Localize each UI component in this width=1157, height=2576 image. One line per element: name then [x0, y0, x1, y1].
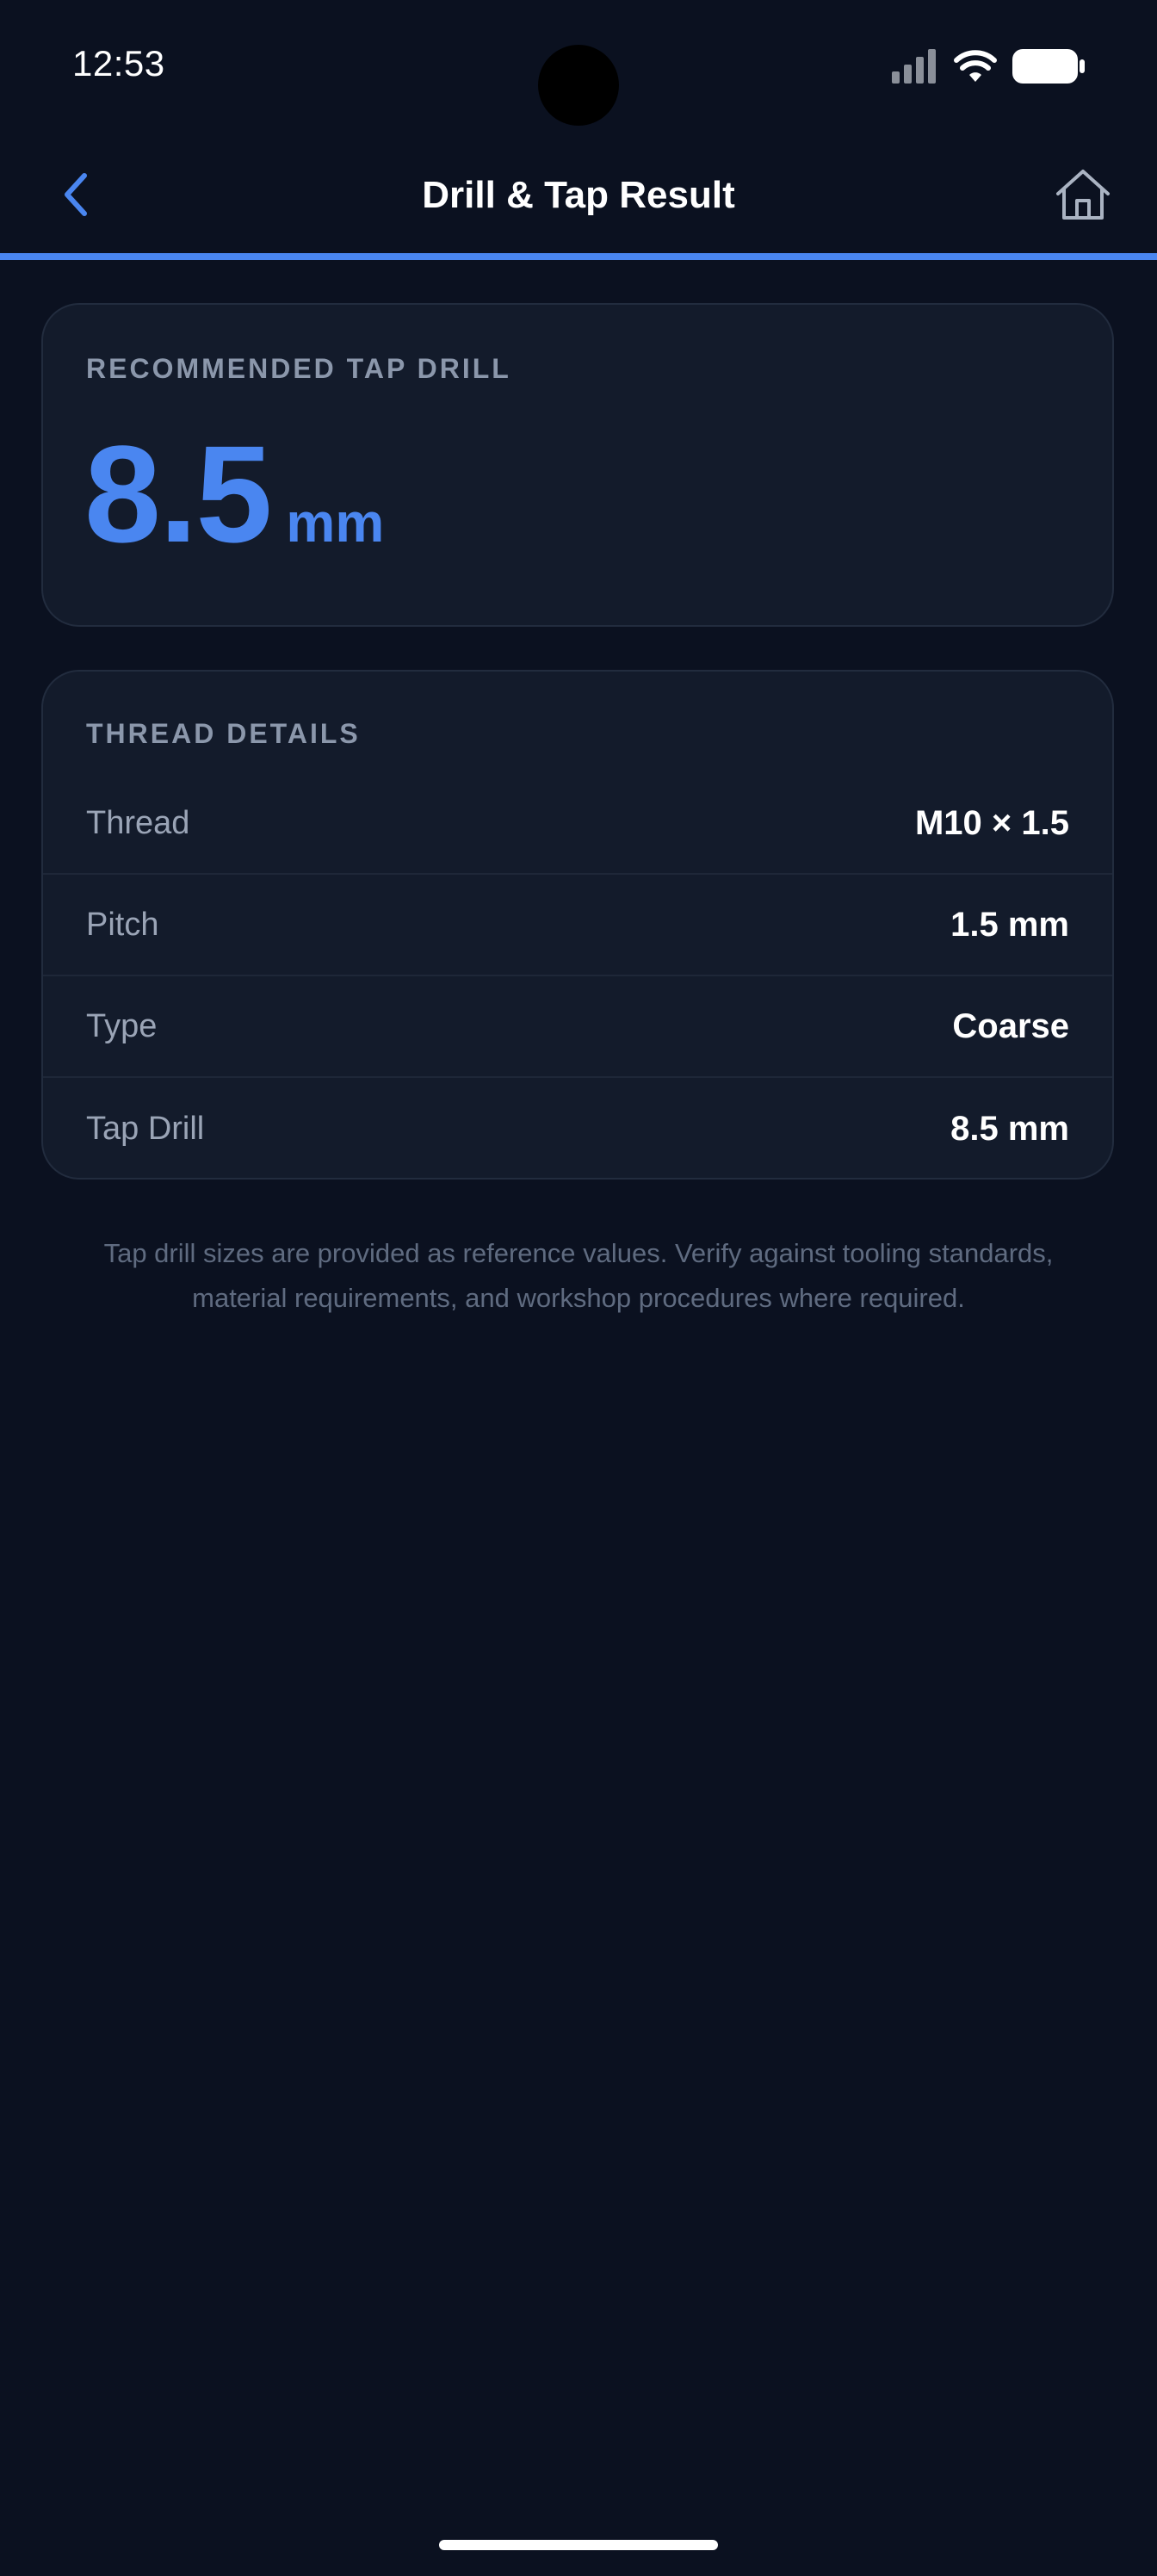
detail-value: Coarse — [952, 1006, 1069, 1045]
detail-row-tap-drill: Tap Drill 8.5 mm — [43, 1078, 1112, 1180]
detail-value: 8.5 mm — [950, 1109, 1069, 1148]
cellular-signal-icon — [892, 48, 938, 88]
detail-row-thread: Thread M10 × 1.5 — [43, 773, 1112, 875]
home-indicator-bar[interactable] — [439, 2540, 718, 2550]
wifi-icon — [954, 49, 997, 88]
top-app-bar: Drill & Tap Result — [0, 138, 1157, 255]
detail-label: Pitch — [86, 906, 159, 943]
result-value: 8.5 mm — [84, 425, 384, 563]
status-bar: 12:53 — [0, 0, 1157, 138]
result-unit: mm — [286, 492, 385, 554]
result-number: 8.5 — [84, 417, 272, 571]
result-label: RECOMMENDED TAP DRILL — [86, 353, 511, 384]
detail-value: M10 × 1.5 — [914, 803, 1069, 842]
header-accent-divider — [0, 253, 1157, 260]
status-time: 12:53 — [72, 43, 165, 84]
detail-row-pitch: Pitch 1.5 mm — [43, 875, 1112, 976]
front-camera — [538, 45, 619, 126]
detail-row-type: Type Coarse — [43, 976, 1112, 1078]
detail-value: 1.5 mm — [950, 905, 1069, 944]
recommended-tap-drill-card: RECOMMENDED TAP DRILL 8.5 mm — [41, 303, 1114, 627]
home-icon — [1055, 168, 1111, 226]
detail-label: Tap Drill — [86, 1110, 205, 1147]
home-button[interactable] — [1049, 162, 1117, 231]
details-label: THREAD DETAILS — [86, 718, 361, 749]
detail-label: Type — [86, 1007, 158, 1044]
detail-label: Thread — [86, 804, 190, 841]
page-title: Drill & Tap Result — [422, 174, 735, 216]
status-icons — [892, 48, 1085, 88]
detail-list: Thread M10 × 1.5 Pitch 1.5 mm Type Coars… — [43, 773, 1112, 1180]
battery-icon — [1012, 48, 1085, 88]
thread-details-card: THREAD DETAILS Thread M10 × 1.5 Pitch 1.… — [41, 670, 1114, 1180]
disclaimer-text: Tap drill sizes are provided as referenc… — [103, 1238, 1054, 1313]
